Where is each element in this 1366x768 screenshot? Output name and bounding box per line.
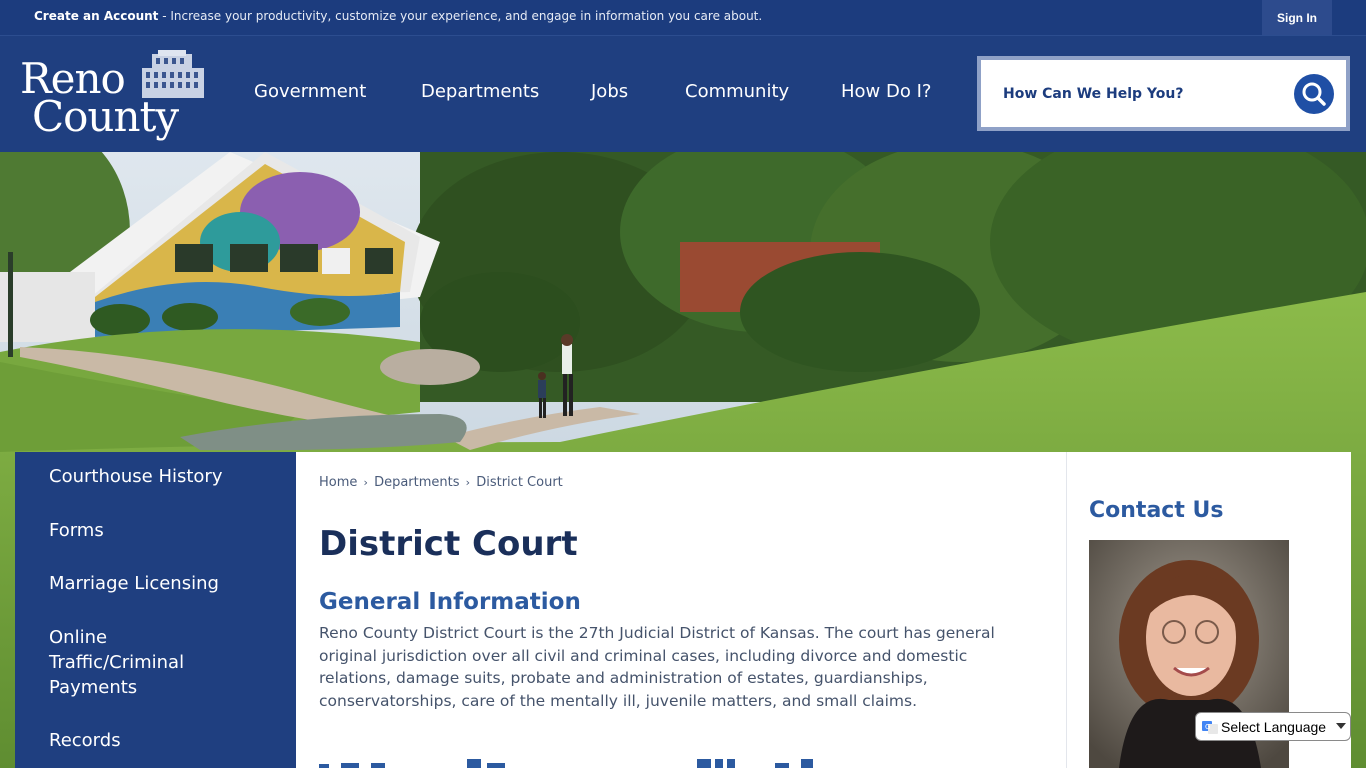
main-content: Home › Departments › District Court Dist… [296,452,1066,768]
top-bar: Create an Account - Increase your produc… [0,0,1366,35]
nav-jobs[interactable]: Jobs [591,81,628,102]
breadcrumb-separator: › [363,476,368,489]
courthouse-icon [142,50,204,98]
section-title: General Information [319,589,581,615]
breadcrumb-home[interactable]: Home [319,475,357,490]
create-account-link[interactable]: Create an Account [34,9,158,23]
nav-departments[interactable]: Departments [421,81,539,102]
svg-text:G: G [1205,723,1210,731]
reno-county-logo[interactable]: Reno County [20,48,210,143]
next-section-heading-cropped [319,754,519,768]
breadcrumb-departments[interactable]: Departments [374,475,459,490]
nav-community[interactable]: Community [685,81,789,102]
cropped-heading-fragment [319,759,505,768]
general-information-text: Reno County District Court is the 27th J… [319,624,995,710]
nav-how-do-i[interactable]: How Do I? [841,81,931,102]
breadcrumb: Home › Departments › District Court [319,475,563,490]
search-button[interactable] [1294,74,1334,114]
sidebar-item-online-payments[interactable]: Online Traffic/Criminal Payments [49,625,219,700]
sidebar-item-records[interactable]: Records [49,728,121,753]
logo-text-county: County [32,92,179,141]
nav-government[interactable]: Government [254,81,366,102]
contact-us-heading: Contact Us [1089,498,1224,523]
create-account-text: - Increase your productivity, customize … [158,9,763,23]
create-account-message: Create an Account - Increase your produc… [34,9,762,23]
search-input[interactable] [1003,80,1283,108]
sidebar-nav: Courthouse History Forms Marriage Licens… [15,452,296,768]
sidebar-item-forms[interactable]: Forms [49,518,104,543]
site-header: Reno County Government Departments Jobs … [0,35,1366,152]
page-title: District Court [319,524,578,564]
sidebar-item-courthouse-history[interactable]: Courthouse History [49,464,223,489]
search-icon [1302,82,1326,106]
next-section-heading-cropped-2 [697,754,827,768]
cropped-heading-fragment [697,759,813,768]
search-box [977,56,1350,131]
sidebar-item-marriage-licensing[interactable]: Marriage Licensing [49,571,219,596]
google-translate-icon: G [1202,721,1218,734]
chevron-down-icon [1336,723,1346,729]
select-language-dropdown[interactable]: G Select Language [1195,712,1351,741]
breadcrumb-current: District Court [476,475,563,490]
sign-in-button[interactable]: Sign In [1262,0,1332,35]
breadcrumb-separator: › [465,476,471,489]
select-language-label: Select Language [1221,719,1327,735]
